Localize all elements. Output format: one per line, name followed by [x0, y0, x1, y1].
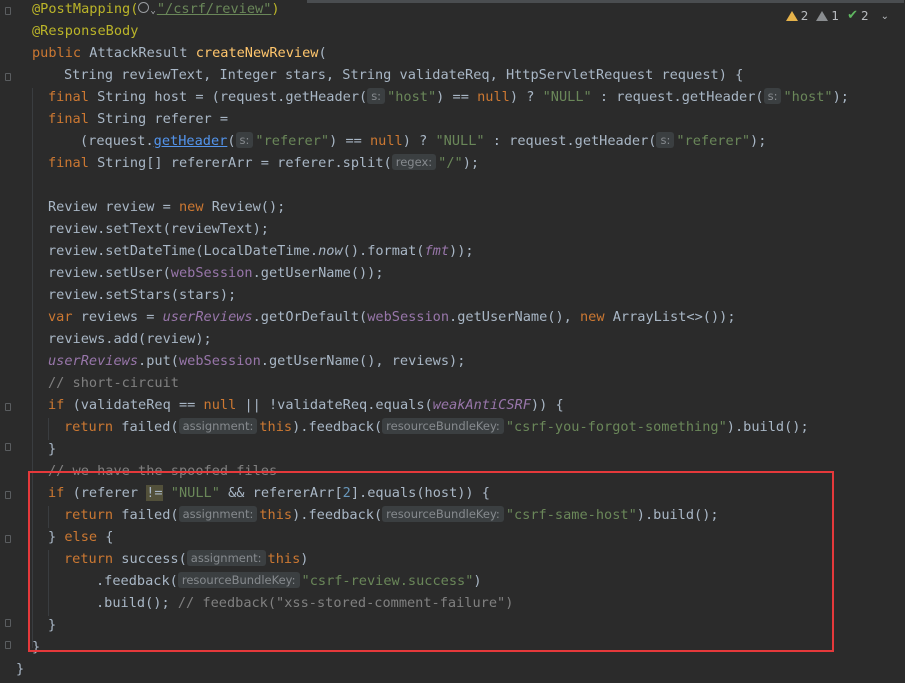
warnings-count: 2 — [800, 9, 809, 23]
code-editor[interactable]: 2 1 ✔ 2 ⌄ @PostMapping(⌄"/csrf/review") … — [0, 0, 905, 683]
parameter-hint: resourceBundleKey: — [382, 506, 504, 522]
parameter-hint: s: — [763, 88, 782, 104]
code-line-12: review.setUser(webSession.getUserName())… — [48, 265, 384, 281]
weak-warning-icon — [816, 11, 829, 21]
parameter-hint: s: — [235, 132, 254, 148]
indent-guide — [32, 88, 33, 648]
parameter-hint: s: — [367, 88, 386, 104]
fold-marker-icon[interactable] — [5, 619, 11, 627]
indent-guide — [48, 418, 49, 440]
highlighted-operator[interactable]: != — [146, 485, 163, 501]
ok-count: 2 — [860, 9, 869, 23]
fold-marker-icon[interactable] — [5, 443, 11, 451]
code-line-18: if (validateReq == null || !validateReq.… — [48, 397, 564, 413]
fold-marker-icon[interactable] — [5, 403, 11, 411]
code-line-6: final String referer = — [48, 111, 229, 127]
fold-marker-icon[interactable] — [5, 641, 11, 649]
code-line-15: reviews.add(review); — [48, 331, 212, 347]
code-line-30: } — [16, 661, 25, 677]
code-line-21: // we have the spoofed files — [48, 463, 278, 479]
fold-marker-icon[interactable] — [5, 491, 11, 499]
code-line-17: // short-circuit — [48, 375, 179, 391]
indent-guide — [48, 550, 49, 616]
code-line-14: var reviews = userReviews.getOrDefault(w… — [48, 309, 736, 325]
parameter-hint: assignment: — [178, 418, 258, 434]
code-line-4: String reviewText, Integer stars, String… — [64, 67, 744, 83]
code-line-11: review.setDateTime(LocalDateTime.now().f… — [48, 243, 474, 259]
code-line-28: } — [48, 617, 57, 633]
fold-marker-icon[interactable] — [5, 73, 11, 81]
code-line-16: userReviews.put(webSession.getUserName()… — [48, 353, 466, 369]
parameter-hint: regex: — [391, 154, 437, 170]
code-line-2: @ResponseBody — [32, 23, 139, 39]
weak-warnings-count: 1 — [831, 9, 840, 23]
code-line-23: return failed(assignment: this).feedback(… — [64, 506, 719, 523]
code-line-5: final String host = (request.getHeader(s… — [48, 88, 849, 105]
inspection-widget[interactable]: 2 1 ✔ 2 ⌄ — [785, 8, 889, 24]
code-line-20: } — [48, 441, 57, 457]
fold-marker-icon[interactable] — [5, 535, 11, 543]
code-line-19: return failed(assignment: this).feedback(… — [64, 418, 809, 435]
fold-marker-icon[interactable] — [5, 7, 11, 15]
code-line-13: review.setStars(stars); — [48, 287, 237, 303]
warnings-indicator[interactable]: 2 — [785, 9, 809, 23]
editor-gutter — [0, 0, 18, 683]
parameter-hint: s: — [656, 132, 675, 148]
parameter-hint: assignment: — [186, 550, 266, 566]
code-line-26: .feedback(resourceBundleKey: "csrf-review… — [96, 572, 482, 589]
warning-icon — [785, 11, 798, 21]
code-line-10: review.setText(reviewText); — [48, 221, 269, 237]
code-line-8: final String[] refererArr = referer.spli… — [48, 154, 480, 171]
double-check-icon: ✔ — [847, 8, 858, 23]
code-line-3: public AttackResult createNewReview( — [32, 45, 327, 61]
parameter-hint: resourceBundleKey: — [177, 572, 300, 588]
code-line-1: @PostMapping(⌄"/csrf/review") — [32, 1, 280, 17]
horizontal-scrollbar[interactable] — [307, 0, 904, 3]
code-line-25: return success(assignment: this) — [64, 550, 309, 567]
ok-indicator[interactable]: ✔ 2 — [847, 9, 869, 23]
code-line-29: } — [32, 639, 41, 655]
weak-warnings-indicator[interactable]: 1 — [816, 9, 839, 23]
indent-guide — [48, 506, 49, 528]
chevron-down-icon[interactable]: ⌄ — [150, 6, 155, 16]
web-link-icon[interactable] — [138, 2, 150, 13]
code-line-7: (request.getHeader(s: "referer") == null)… — [80, 132, 767, 149]
code-line-22: if (referer != "NULL" && refererArr[2].e… — [48, 485, 490, 501]
code-line-24: } else { — [48, 529, 114, 545]
chevron-up-icon[interactable]: ⌄ — [881, 11, 889, 22]
parameter-hint: resourceBundleKey: — [382, 418, 504, 434]
code-line-27: .build(); // feedback("xss-stored-commen… — [96, 595, 514, 611]
parameter-hint: assignment: — [178, 506, 258, 522]
code-line-9: Review review = new Review(); — [48, 199, 286, 215]
